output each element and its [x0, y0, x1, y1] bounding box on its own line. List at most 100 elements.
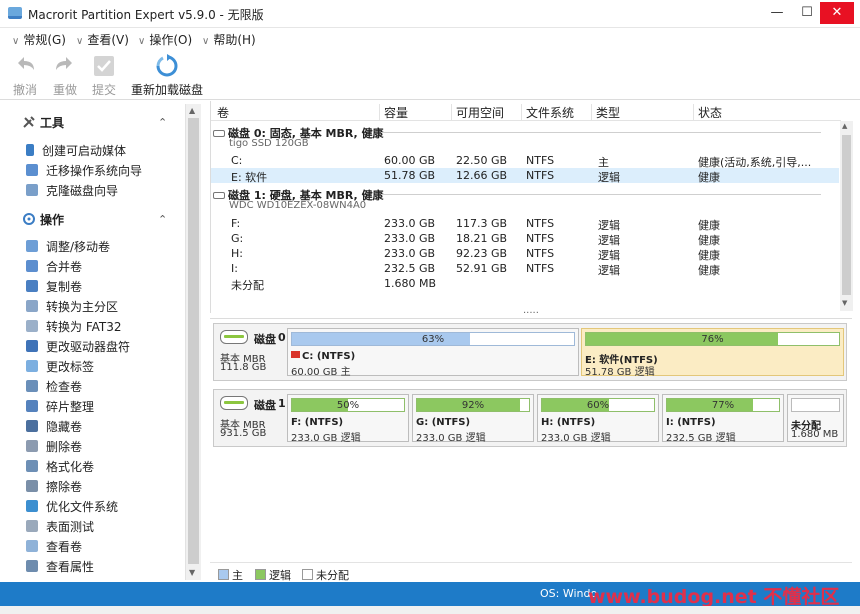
table-scroll-thumb[interactable] [842, 135, 851, 295]
menu-general-label: 常规(G) [23, 33, 66, 47]
sidebar-item-hide[interactable]: 隐藏卷 [26, 418, 82, 435]
usage-bar: 76% [585, 332, 840, 346]
minimize-button[interactable]: — [760, 2, 794, 24]
cell-free: 92.23 GB [456, 247, 508, 260]
table-row[interactable]: G: 233.0 GB 18.21 GB NTFS 逻辑 健康 [211, 231, 839, 247]
hard-disk-icon [220, 330, 248, 344]
table-row[interactable]: H: 233.0 GB 92.23 GB NTFS 逻辑 健康 [211, 246, 839, 262]
sidebar-item-create-bootable-media[interactable]: 创建可启动媒体 [26, 142, 126, 159]
table-row[interactable]: 未分配 1.680 MB [211, 276, 839, 292]
legend-logical-swatch [255, 569, 266, 580]
sidebar-item-clone-disk[interactable]: 克隆磁盘向导 [26, 182, 118, 199]
splitter-grip[interactable]: ..... [523, 305, 539, 316]
commit-button[interactable]: 提交 [91, 54, 117, 98]
cell-capacity: 233.0 GB [384, 247, 436, 260]
scroll-down-icon[interactable]: ▼ [189, 568, 195, 577]
partition-f[interactable]: 50% F: (NTFS) 233.0 GB 逻辑 [287, 394, 409, 444]
menu-general[interactable]: ∨ 常规(G) [12, 31, 66, 48]
sidebar-item-view-properties[interactable]: 查看属性 [26, 558, 94, 575]
scroll-up-icon[interactable]: ▲ [842, 122, 847, 130]
usage-percent: 60% [586, 400, 610, 411]
reload-disks-button[interactable]: 重新加载磁盘 [131, 54, 203, 98]
operations-section-header[interactable]: 操作 [22, 211, 64, 228]
disk-number: 1 [278, 397, 286, 410]
sidebar-scrollbar[interactable]: ▲ ▼ [185, 104, 201, 580]
sidebar-item-optimize-fs[interactable]: 优化文件系统 [26, 498, 118, 515]
maximize-button[interactable]: ☐ [790, 2, 824, 24]
partition-name: G: (NTFS) [416, 417, 471, 428]
sidebar-item-label: 查看属性 [46, 560, 95, 574]
wrench-icon [26, 380, 38, 392]
col-filesystem[interactable]: 文件系统 [521, 104, 574, 120]
menu-view[interactable]: ∨ 查看(V) [76, 31, 129, 48]
sidebar-item-check[interactable]: 检查卷 [26, 378, 82, 395]
chevron-down-icon: ∨ [202, 36, 210, 47]
table-row[interactable]: F: 233.0 GB 117.3 GB NTFS 逻辑 健康 [211, 216, 839, 232]
sidebar-item-merge[interactable]: 合并卷 [26, 258, 82, 275]
partition-g[interactable]: 92% G: (NTFS) 233.0 GB 逻辑 [412, 394, 534, 444]
partition-h[interactable]: 60% H: (NTFS) 233.0 GB 逻辑 [537, 394, 659, 444]
disk-size: 111.8 GB [220, 362, 267, 373]
cell-volume: G: [231, 232, 244, 245]
scroll-down-icon[interactable]: ▼ [842, 299, 847, 307]
sidebar-item-wipe[interactable]: 擦除卷 [26, 478, 82, 495]
disk-0-card[interactable]: 磁盘 0 基本 MBR 111.8 GB 63% C: (NTFS) 60.00… [213, 323, 847, 381]
partition-unallocated[interactable]: 未分配 1.680 MB [787, 394, 844, 442]
cell-free: 18.21 GB [456, 232, 508, 245]
sidebar-item-migrate-os[interactable]: 迁移操作系统向导 [26, 162, 142, 179]
col-type[interactable]: 类型 [591, 104, 620, 120]
disk-1-card[interactable]: 磁盘 1 基本 MBR 931.5 GB 50% F: (NTFS) 233.0… [213, 389, 847, 447]
partition-i[interactable]: 77% I: (NTFS) 232.5 GB 逻辑 [662, 394, 784, 444]
cell-fs: NTFS [526, 154, 555, 167]
legend-primary-swatch [218, 569, 229, 580]
sidebar-item-view-volume[interactable]: 查看卷 [26, 538, 82, 555]
cell-free: 117.3 GB [456, 217, 508, 230]
sidebar-item-label: 合并卷 [46, 260, 83, 274]
cell-capacity: 233.0 GB [384, 232, 436, 245]
sidebar-item-label: 删除卷 [46, 440, 83, 454]
scroll-up-icon[interactable]: ▲ [189, 106, 195, 115]
sidebar-item-convert-fat32[interactable]: 转换为 FAT32 [26, 318, 122, 335]
menu-help[interactable]: ∨ 帮助(H) [202, 31, 256, 48]
sidebar-scroll-thumb[interactable] [188, 118, 199, 564]
redo-button[interactable]: 重做 [52, 54, 78, 98]
hide-icon [26, 420, 38, 432]
col-status[interactable]: 状态 [693, 104, 722, 120]
table-row[interactable]: C: 60.00 GB 22.50 GB NTFS 主 健康(活动,系统,引导,… [211, 153, 839, 169]
table-scrollbar[interactable]: ▲ ▼ [840, 121, 853, 311]
tools-section-header[interactable]: 工具 [22, 114, 64, 131]
tools-section-title: 工具 [40, 116, 65, 130]
sidebar-item-label: 克隆磁盘向导 [46, 184, 119, 198]
format-icon [26, 460, 38, 472]
table-row[interactable]: I: 232.5 GB 52.91 GB NTFS 逻辑 健康 [211, 261, 839, 277]
col-free[interactable]: 可用空间 [451, 104, 504, 120]
partition-e-selected[interactable]: 76% E: 软件(NTFS) 51.78 GB 逻辑 [581, 328, 844, 378]
partition-c[interactable]: 63% C: (NTFS) 60.00 GB 主 [287, 328, 579, 378]
col-capacity[interactable]: 容量 [379, 104, 408, 120]
collapse-operations-icon[interactable]: ⌃ [158, 213, 167, 226]
table-row-selected[interactable]: E: 软件 51.78 GB 12.66 GB NTFS 逻辑 健康 [211, 168, 839, 184]
menu-operation[interactable]: ∨ 操作(O) [138, 31, 192, 48]
commit-icon [94, 56, 114, 76]
collapse-tools-icon[interactable]: ⌃ [158, 116, 167, 129]
convert-primary-icon [26, 300, 38, 312]
chevron-down-icon: ∨ [12, 36, 20, 47]
sidebar-item-resize-move[interactable]: 调整/移动卷 [26, 238, 110, 255]
sidebar-item-format[interactable]: 格式化卷 [26, 458, 94, 475]
disk-1-label: 磁盘 1 基本 MBR 931.5 GB [218, 394, 286, 444]
delete-icon [26, 440, 38, 452]
sidebar-item-surface-test[interactable]: 表面测试 [26, 518, 94, 535]
sidebar-item-copy[interactable]: 复制卷 [26, 278, 82, 295]
cell-fs: NTFS [526, 169, 555, 182]
col-volume[interactable]: 卷 [213, 104, 229, 120]
sidebar-item-defrag[interactable]: 碎片整理 [26, 398, 94, 415]
sidebar-item-delete[interactable]: 删除卷 [26, 438, 82, 455]
disk-name: 磁盘 [254, 333, 276, 346]
undo-button[interactable]: 撤消 [12, 54, 38, 98]
sidebar-item-convert-primary[interactable]: 转换为主分区 [26, 298, 118, 315]
menu-bar: ∨ 常规(G) ∨ 查看(V) ∨ 操作(O) ∨ 帮助(H) [0, 28, 860, 50]
close-button[interactable]: ✕ [820, 2, 854, 24]
legend-logical: 逻辑 [255, 567, 291, 583]
sidebar-item-change-letter[interactable]: 更改驱动器盘符 [26, 338, 130, 355]
sidebar-item-change-label[interactable]: 更改标签 [26, 358, 94, 375]
